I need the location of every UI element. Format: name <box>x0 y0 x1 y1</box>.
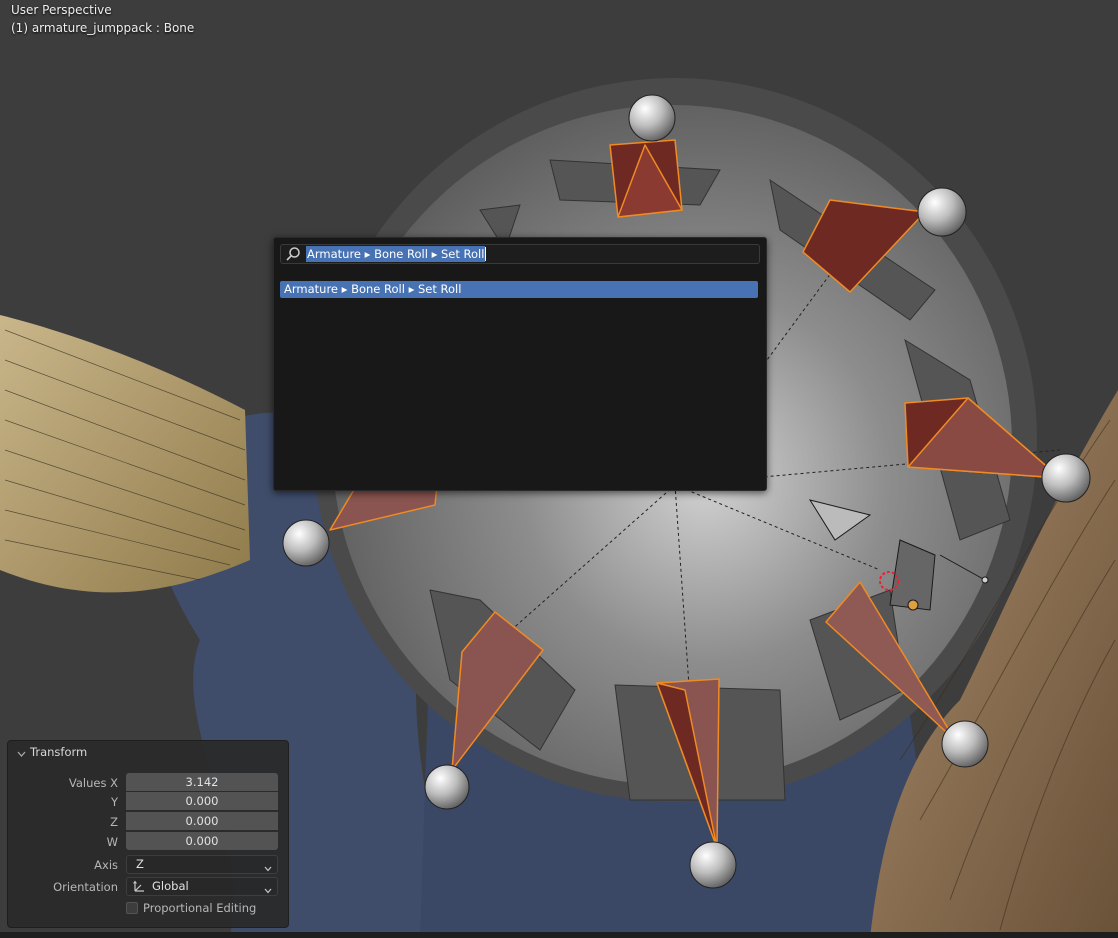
value-z-label: Z <box>110 815 118 829</box>
proportional-editing-checkbox[interactable] <box>126 902 138 914</box>
viewport-view-name: User Perspective <box>11 3 112 17</box>
orientation-axes-icon <box>132 880 146 894</box>
bone-sphere-lower-right <box>941 720 989 768</box>
operator-search-popup: Armature ▸ Bone Roll ▸ Set Roll Armature… <box>273 237 767 491</box>
transform-panel-header[interactable]: Transform <box>8 741 288 763</box>
value-w-field[interactable]: 0.000 <box>126 832 278 850</box>
search-icon <box>285 246 301 262</box>
value-z-field[interactable]: 0.000 <box>126 812 278 830</box>
search-result-item[interactable]: Armature ▸ Bone Roll ▸ Set Roll <box>280 281 758 298</box>
hair-brush-left <box>0 315 250 593</box>
bone-sphere-bottom-left <box>424 764 470 810</box>
chevron-down-icon <box>17 748 26 757</box>
axis-dropdown[interactable]: Z <box>126 855 278 874</box>
orientation-dropdown[interactable]: Global <box>126 877 278 896</box>
text-caret <box>485 247 486 261</box>
transform-panel: Transform Values X 3.142 Y 0.000 Z 0.000… <box>7 740 289 928</box>
value-y-label: Y <box>110 795 118 809</box>
viewport-active-object: (1) armature_jumppack : Bone <box>11 21 195 35</box>
value-x-field[interactable]: 3.142 <box>126 773 278 791</box>
transform-panel-title: Transform <box>30 745 88 759</box>
chevron-down-icon <box>264 883 272 894</box>
axis-dropdown-value: Z <box>136 857 144 871</box>
bone-sphere-left <box>282 519 330 567</box>
axis-label: Axis <box>94 858 118 872</box>
bone-sphere-top <box>628 94 676 142</box>
search-query-text: Armature ▸ Bone Roll ▸ Set Roll <box>306 246 486 262</box>
proportional-editing-label[interactable]: Proportional Editing <box>143 901 256 915</box>
orientation-label: Orientation <box>53 880 118 894</box>
value-y-field[interactable]: 0.000 <box>126 792 278 810</box>
search-input[interactable]: Armature ▸ Bone Roll ▸ Set Roll <box>280 244 760 264</box>
chevron-down-icon <box>264 861 272 872</box>
bone-sphere-bottom <box>689 841 737 889</box>
orientation-dropdown-value: Global <box>152 879 189 893</box>
values-x-label: Values X <box>68 776 118 790</box>
bone-sphere-upper-right <box>917 187 967 237</box>
viewport-bottom-edge <box>0 932 1118 938</box>
bone-sphere-right <box>1041 453 1091 503</box>
value-w-label: W <box>106 835 118 849</box>
